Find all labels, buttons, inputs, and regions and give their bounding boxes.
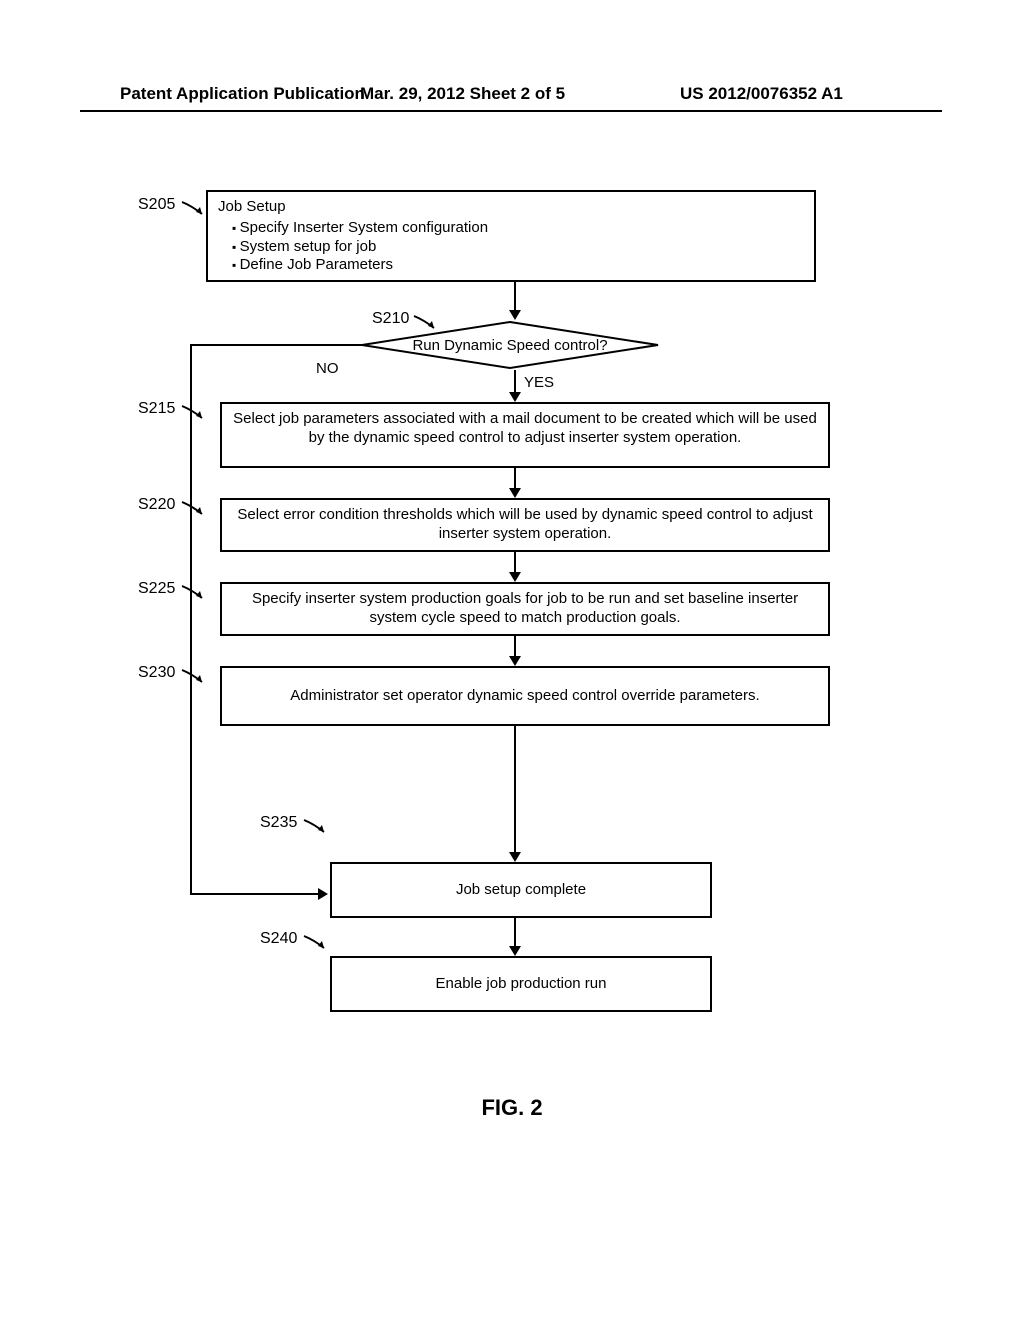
page: { "header": { "left": "Patent Applicatio…	[0, 0, 1024, 1320]
step-s215-box: Select job parameters associated with a …	[220, 402, 830, 468]
step-label-s220: S220	[138, 496, 175, 514]
list-item: System setup for job	[232, 238, 804, 257]
step-label-s230: S230	[138, 664, 175, 682]
header-center: Mar. 29, 2012 Sheet 2 of 5	[360, 84, 565, 104]
arrow-icon	[190, 888, 328, 900]
header-left: Patent Application Publication	[120, 84, 365, 104]
arrow-icon	[509, 918, 521, 956]
pointer-icon	[180, 500, 204, 520]
step-s205-title: Job Setup	[218, 198, 804, 217]
pointer-icon	[180, 668, 204, 688]
arrow-icon	[509, 282, 521, 320]
arrow-icon	[509, 370, 521, 402]
pointer-icon	[180, 404, 204, 424]
header-rule	[80, 110, 942, 112]
step-s235-box: Job setup complete	[330, 862, 712, 918]
edge-no: NO	[316, 360, 339, 377]
pointer-icon	[302, 934, 326, 954]
flowchart: S205 Job Setup Specify Inserter System c…	[120, 190, 904, 1050]
step-label-s215: S215	[138, 400, 175, 418]
arrow-icon	[509, 636, 521, 666]
pointer-icon	[302, 818, 326, 838]
list-item: Specify Inserter System configuration	[232, 219, 804, 238]
step-s220-box: Select error condition thresholds which …	[220, 498, 830, 552]
decision-s210: Run Dynamic Speed control?	[360, 320, 660, 370]
edge-yes: YES	[524, 374, 554, 391]
decision-s210-text: Run Dynamic Speed control?	[360, 320, 660, 370]
step-s220-text: Select error condition thresholds which …	[237, 506, 812, 542]
step-label-s235: S235	[260, 814, 297, 832]
list-item: Define Job Parameters	[232, 256, 804, 275]
step-s205-box: Job Setup Specify Inserter System config…	[206, 190, 816, 282]
pointer-icon	[180, 200, 204, 220]
step-label-s205: S205	[138, 196, 175, 214]
figure-label: FIG. 2	[0, 1095, 1024, 1121]
step-s230-box: Administrator set operator dynamic speed…	[220, 666, 830, 726]
step-s230-text: Administrator set operator dynamic speed…	[290, 687, 759, 706]
step-s240-box: Enable job production run	[330, 956, 712, 1012]
step-s215-text: Select job parameters associated with a …	[233, 410, 817, 446]
step-s240-text: Enable job production run	[436, 975, 607, 994]
arrow-icon	[509, 468, 521, 498]
arrow-icon	[509, 726, 521, 862]
connector-line	[190, 344, 362, 346]
step-label-s225: S225	[138, 580, 175, 598]
step-label-s240: S240	[260, 930, 297, 948]
connector-line	[190, 344, 192, 894]
arrow-icon	[509, 552, 521, 582]
step-s225-box: Specify inserter system production goals…	[220, 582, 830, 636]
step-s205-list: Specify Inserter System configuration Sy…	[232, 219, 804, 275]
pointer-icon	[180, 584, 204, 604]
step-s235-text: Job setup complete	[456, 881, 586, 900]
step-s225-text: Specify inserter system production goals…	[252, 590, 798, 626]
header-right: US 2012/0076352 A1	[680, 84, 843, 104]
